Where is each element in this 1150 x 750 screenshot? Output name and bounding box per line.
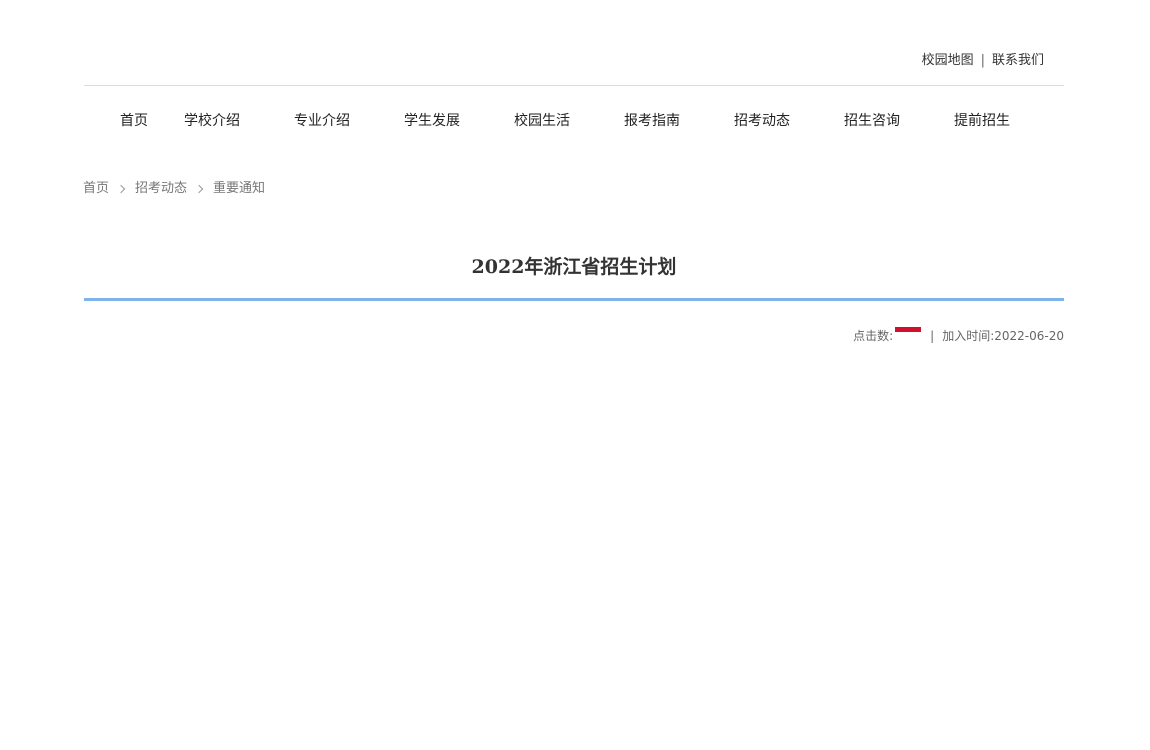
nav-item-about-school[interactable]: 学校介绍: [184, 111, 240, 131]
nav-item-admission-guide[interactable]: 报考指南: [624, 111, 680, 131]
article-title: 2022年浙江省招生计划: [471, 256, 677, 278]
nav-item-campus-life[interactable]: 校园生活: [514, 111, 570, 131]
chevron-right-icon: [116, 184, 126, 194]
header-divider: [84, 85, 1064, 86]
article-meta: 点击数: | 加入时间: 2022-06-20: [853, 326, 1064, 345]
publish-date: 2022-06-20: [994, 329, 1064, 343]
nav-item-admission-consulting[interactable]: 招生咨询: [844, 111, 900, 131]
nav-item-majors[interactable]: 专业介绍: [294, 111, 350, 131]
title-divider: [84, 298, 1064, 301]
top-links-separator: |: [980, 53, 985, 68]
date-label: 加入时间:: [942, 329, 995, 343]
main-nav: 首页 学校介绍 专业介绍 学生发展 校园生活 报考指南 招考动态 招生咨询 提前…: [84, 111, 1064, 133]
breadcrumb-current: 重要通知: [213, 181, 266, 196]
nav-item-home[interactable]: 首页: [120, 111, 148, 131]
sitemap-link[interactable]: 校园地图: [922, 52, 974, 70]
contact-link[interactable]: 联系我们: [992, 52, 1044, 70]
nav-item-student-development[interactable]: 学生发展: [404, 111, 460, 131]
nav-item-early-admission[interactable]: 提前招生: [954, 111, 1010, 131]
breadcrumb: 首页 招考动态 重要通知: [83, 180, 265, 198]
chevron-right-icon: [194, 184, 204, 194]
breadcrumb-section[interactable]: 招考动态: [135, 180, 187, 198]
hits-count-bar: [895, 326, 922, 332]
nav-item-admission-news[interactable]: 招考动态: [734, 111, 790, 131]
hits-label: 点击数:: [853, 329, 894, 343]
page: 校园地图 | 联系我们 首页 学校介绍 专业介绍 学生发展 校园生活 报考指南 …: [0, 0, 1150, 750]
breadcrumb-home[interactable]: 首页: [83, 180, 109, 198]
top-links: 校园地图 | 联系我们: [922, 52, 1044, 70]
meta-separator: |: [930, 329, 935, 343]
